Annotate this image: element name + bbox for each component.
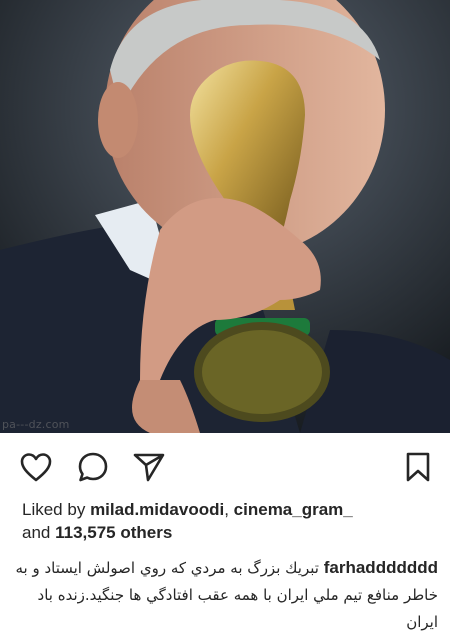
caption-username-link[interactable]: farhaddddddd bbox=[324, 558, 438, 577]
liked-by-user-link[interactable]: milad.midavoodi bbox=[90, 500, 224, 519]
post-caption: farhaddddddd تبريك بزرگ به مردي كه روي ا… bbox=[14, 554, 438, 636]
like-button[interactable] bbox=[18, 449, 54, 485]
likes-conjunction: and bbox=[22, 523, 51, 542]
paper-plane-icon bbox=[133, 453, 165, 482]
likes-count-link[interactable]: 113,575 others bbox=[55, 523, 172, 542]
photo-watermark: pa---dz.com bbox=[2, 418, 70, 431]
save-button[interactable] bbox=[400, 449, 436, 485]
post-photo[interactable]: pa---dz.com bbox=[0, 0, 450, 433]
likes-separator: , bbox=[224, 500, 229, 519]
comment-bubble-icon bbox=[78, 452, 108, 482]
likes-summary: Liked by milad.midavoodi, cinema_gram_ a… bbox=[22, 498, 442, 544]
heart-outline-icon bbox=[20, 453, 52, 482]
bookmark-outline-icon bbox=[406, 452, 430, 482]
comment-button[interactable] bbox=[75, 449, 111, 485]
post-photo-illustration bbox=[0, 0, 450, 433]
post-action-bar bbox=[0, 445, 450, 489]
share-button[interactable] bbox=[131, 449, 167, 485]
liked-by-user-link[interactable]: cinema_gram_ bbox=[234, 500, 353, 519]
likes-prefix: Liked by bbox=[22, 500, 86, 519]
